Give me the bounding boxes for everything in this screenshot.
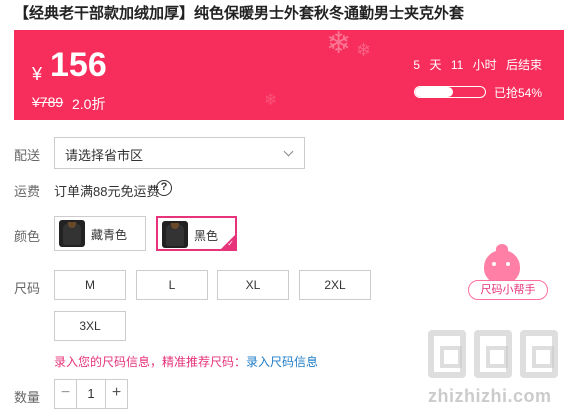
size-label: 尺码	[14, 281, 41, 296]
countdown: 5 天 11 小时 后结束	[407, 56, 542, 73]
size-option-m[interactable]: M	[54, 270, 126, 300]
jacket-thumbnail	[59, 220, 85, 247]
snowflake-icon: ❄	[356, 40, 372, 60]
quantity-label: 数量	[14, 390, 41, 405]
quantity-decrement-button[interactable]: −	[55, 380, 77, 408]
jacket-thumbnail	[162, 221, 188, 248]
original-price: ¥789	[32, 94, 64, 110]
color-option-black[interactable]: 黑色 ✓	[156, 216, 237, 251]
region-select[interactable]: 请选择省市区	[54, 137, 305, 169]
countdown-hours: 11	[450, 58, 464, 72]
countdown-days-unit: 天	[429, 58, 442, 72]
size-option-l[interactable]: L	[136, 270, 208, 300]
size-helper-button[interactable]: 尺码小帮手	[458, 244, 548, 302]
quantity-input[interactable]: 1	[77, 380, 105, 408]
color-option-label: 藏青色	[91, 228, 128, 242]
question-icon[interactable]: ?	[156, 180, 172, 196]
sold-percent-label: 已抢54%	[494, 86, 543, 100]
watermark-text: zhizhizhi.com	[428, 386, 552, 406]
countdown-hours-unit: 小时	[472, 58, 497, 72]
size-info-link[interactable]: 录入尺码信息	[246, 355, 318, 369]
countdown-suffix: 后结束	[505, 58, 542, 72]
currency-symbol: ¥	[32, 64, 43, 84]
watermark-logo-icon	[520, 330, 558, 378]
shipping-text: 订单满88元免运费	[54, 184, 160, 199]
watermark-logo-icon	[428, 330, 466, 378]
chevron-down-icon	[283, 146, 294, 157]
size-option-3xl[interactable]: 3XL	[54, 311, 126, 341]
color-label: 颜色	[14, 229, 41, 244]
snowflake-icon: ❄	[264, 92, 278, 109]
size-option-xl[interactable]: XL	[217, 270, 289, 300]
price-banner: ❄ ❄ ❄ ¥ 156 ¥789 2.0折 5 天 11 小时 后结束 已抢54…	[14, 30, 564, 120]
size-info-row: 录入您的尺码信息，精准推荐尺码：录入尺码信息	[54, 353, 318, 370]
shipping-label: 运费	[14, 184, 41, 199]
size-option-2xl[interactable]: 2XL	[299, 270, 371, 300]
watermark: zhizhizhi.com	[424, 330, 564, 410]
sold-progress-fill	[415, 87, 453, 97]
quantity-stepper: − 1 +	[54, 379, 128, 409]
color-option-navy[interactable]: 藏青色	[54, 216, 146, 251]
size-helper-label: 尺码小帮手	[468, 280, 548, 300]
discount-label: 2.0折	[72, 96, 106, 112]
sold-progress-bar	[414, 86, 486, 98]
snowflake-icon: ❄	[326, 30, 352, 60]
delivery-label: 配送	[14, 148, 41, 163]
mascot-icon	[484, 250, 520, 284]
product-title: 【经典老干部款加绒加厚】纯色保暖男士外套秋冬通勤男士夹克外套	[14, 5, 465, 22]
countdown-days: 5	[413, 58, 421, 72]
current-price: 156	[50, 46, 107, 84]
color-option-label: 黑色	[194, 229, 219, 243]
region-select-value: 请选择省市区	[65, 148, 144, 163]
check-icon: ✓	[227, 239, 234, 248]
quantity-increment-button[interactable]: +	[105, 380, 127, 408]
watermark-logo-icon	[474, 330, 512, 378]
size-info-prompt: 录入您的尺码信息，精准推荐尺码：	[54, 355, 247, 369]
